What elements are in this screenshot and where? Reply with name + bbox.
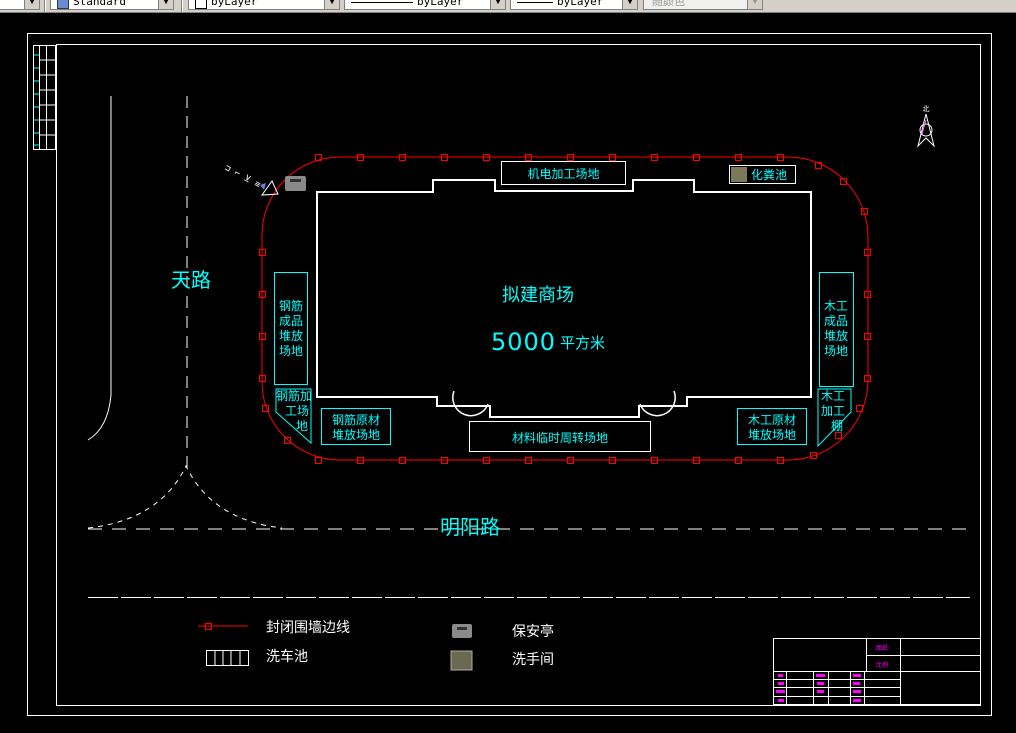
- titleblock-scale-label: 比例: [876, 661, 888, 669]
- zone-text-line: 场地: [824, 344, 848, 358]
- legend-guard-icon-window: [457, 627, 467, 630]
- building-area-unit: 平方米: [560, 334, 605, 352]
- legend-wash-pool-label: 洗车池: [266, 648, 308, 665]
- zone-text-line: 堆放: [824, 328, 848, 343]
- zone-text-line: 钢筋: [279, 298, 303, 313]
- guard-booth-icon: [285, 176, 306, 191]
- building-entrance-arc-right: [639, 390, 676, 417]
- building-area-number: 5000: [491, 328, 556, 356]
- legend-wall-icon: [198, 623, 248, 630]
- zone-text-line: 堆放场地: [332, 427, 380, 442]
- zone-text-line: 场地: [279, 344, 303, 358]
- road-south-label: 明阳路: [440, 515, 500, 539]
- outer-frame: [27, 33, 992, 716]
- zone-wood-process-label: 木工 加工 棚: [821, 389, 845, 433]
- zone-text-line: 成品: [279, 314, 303, 328]
- zone-text-line: 棚: [831, 418, 843, 433]
- north-label: 北: [923, 105, 930, 113]
- zone-text-line: 木工: [821, 389, 845, 403]
- zone-text-line: 堆放: [279, 328, 303, 343]
- legend-washroom-label: 洗手间: [512, 652, 554, 668]
- septic-icon: [731, 167, 747, 182]
- svg-text:⊐ ⌐ ⊻ ≡: ⊐ ⌐ ⊻ ≡: [223, 163, 263, 190]
- legend-wall-label: 封闭围墙边线: [266, 620, 350, 636]
- zone-text-line: 成品: [824, 314, 848, 328]
- zone-text-line: 堆放场地: [748, 427, 796, 442]
- building-name: 拟建商场: [502, 285, 574, 306]
- titleblock-drawing-label: 图纸: [876, 644, 888, 652]
- zone-rebar-raw-label: 钢筋原材 堆放场地: [332, 412, 380, 442]
- zone-rebar-finished-label: 钢筋 成品 堆放 场地: [279, 298, 303, 358]
- inner-frame: [56, 44, 981, 706]
- zone-text-line: 加工: [821, 404, 845, 418]
- zone-text-line: 工场: [285, 404, 309, 418]
- building-entrance-arc-left: [452, 390, 489, 417]
- legend-washroom-icon: [450, 650, 473, 671]
- zone-text-line: 钢筋加: [276, 388, 312, 403]
- zone-rebar-process-label: 钢筋加 工场 地: [276, 388, 312, 433]
- zone-material-temp-label: 材料临时周转场地: [512, 430, 608, 445]
- north-arrow-icon: [917, 113, 935, 148]
- road-west-label: 天路: [171, 268, 211, 292]
- legend-guard-icon: [452, 624, 472, 638]
- zone-text-line: 木工原材: [748, 413, 796, 427]
- zone-wood-raw-label: 木工原材 堆放场地: [748, 413, 796, 442]
- zone-text-line: 地: [296, 419, 308, 433]
- zone-text-line: 木工: [824, 299, 848, 313]
- drawing-canvas[interactable]: 天路 明阳路 ⊐ ⌐ ⊻ ≡ 拟建商场 5000 平方米 机电加工场地 化粪池 …: [0, 0, 1016, 733]
- legend-guard-label: 保安亭: [512, 623, 554, 640]
- legend-wash-pool-icon: [206, 650, 249, 666]
- zone-text-line: 钢筋原材: [332, 412, 380, 427]
- guard-booth-window: [290, 179, 301, 182]
- zone-wood-finished-label: 木工 成品 堆放 场地: [824, 299, 848, 358]
- zone-mech-elec-label: 机电加工场地: [527, 167, 599, 181]
- binding-strip: [33, 45, 56, 150]
- zone-septic-label: 化粪池: [751, 168, 787, 182]
- entrance-gate: ⊐ ⌐ ⊻ ≡: [223, 163, 279, 196]
